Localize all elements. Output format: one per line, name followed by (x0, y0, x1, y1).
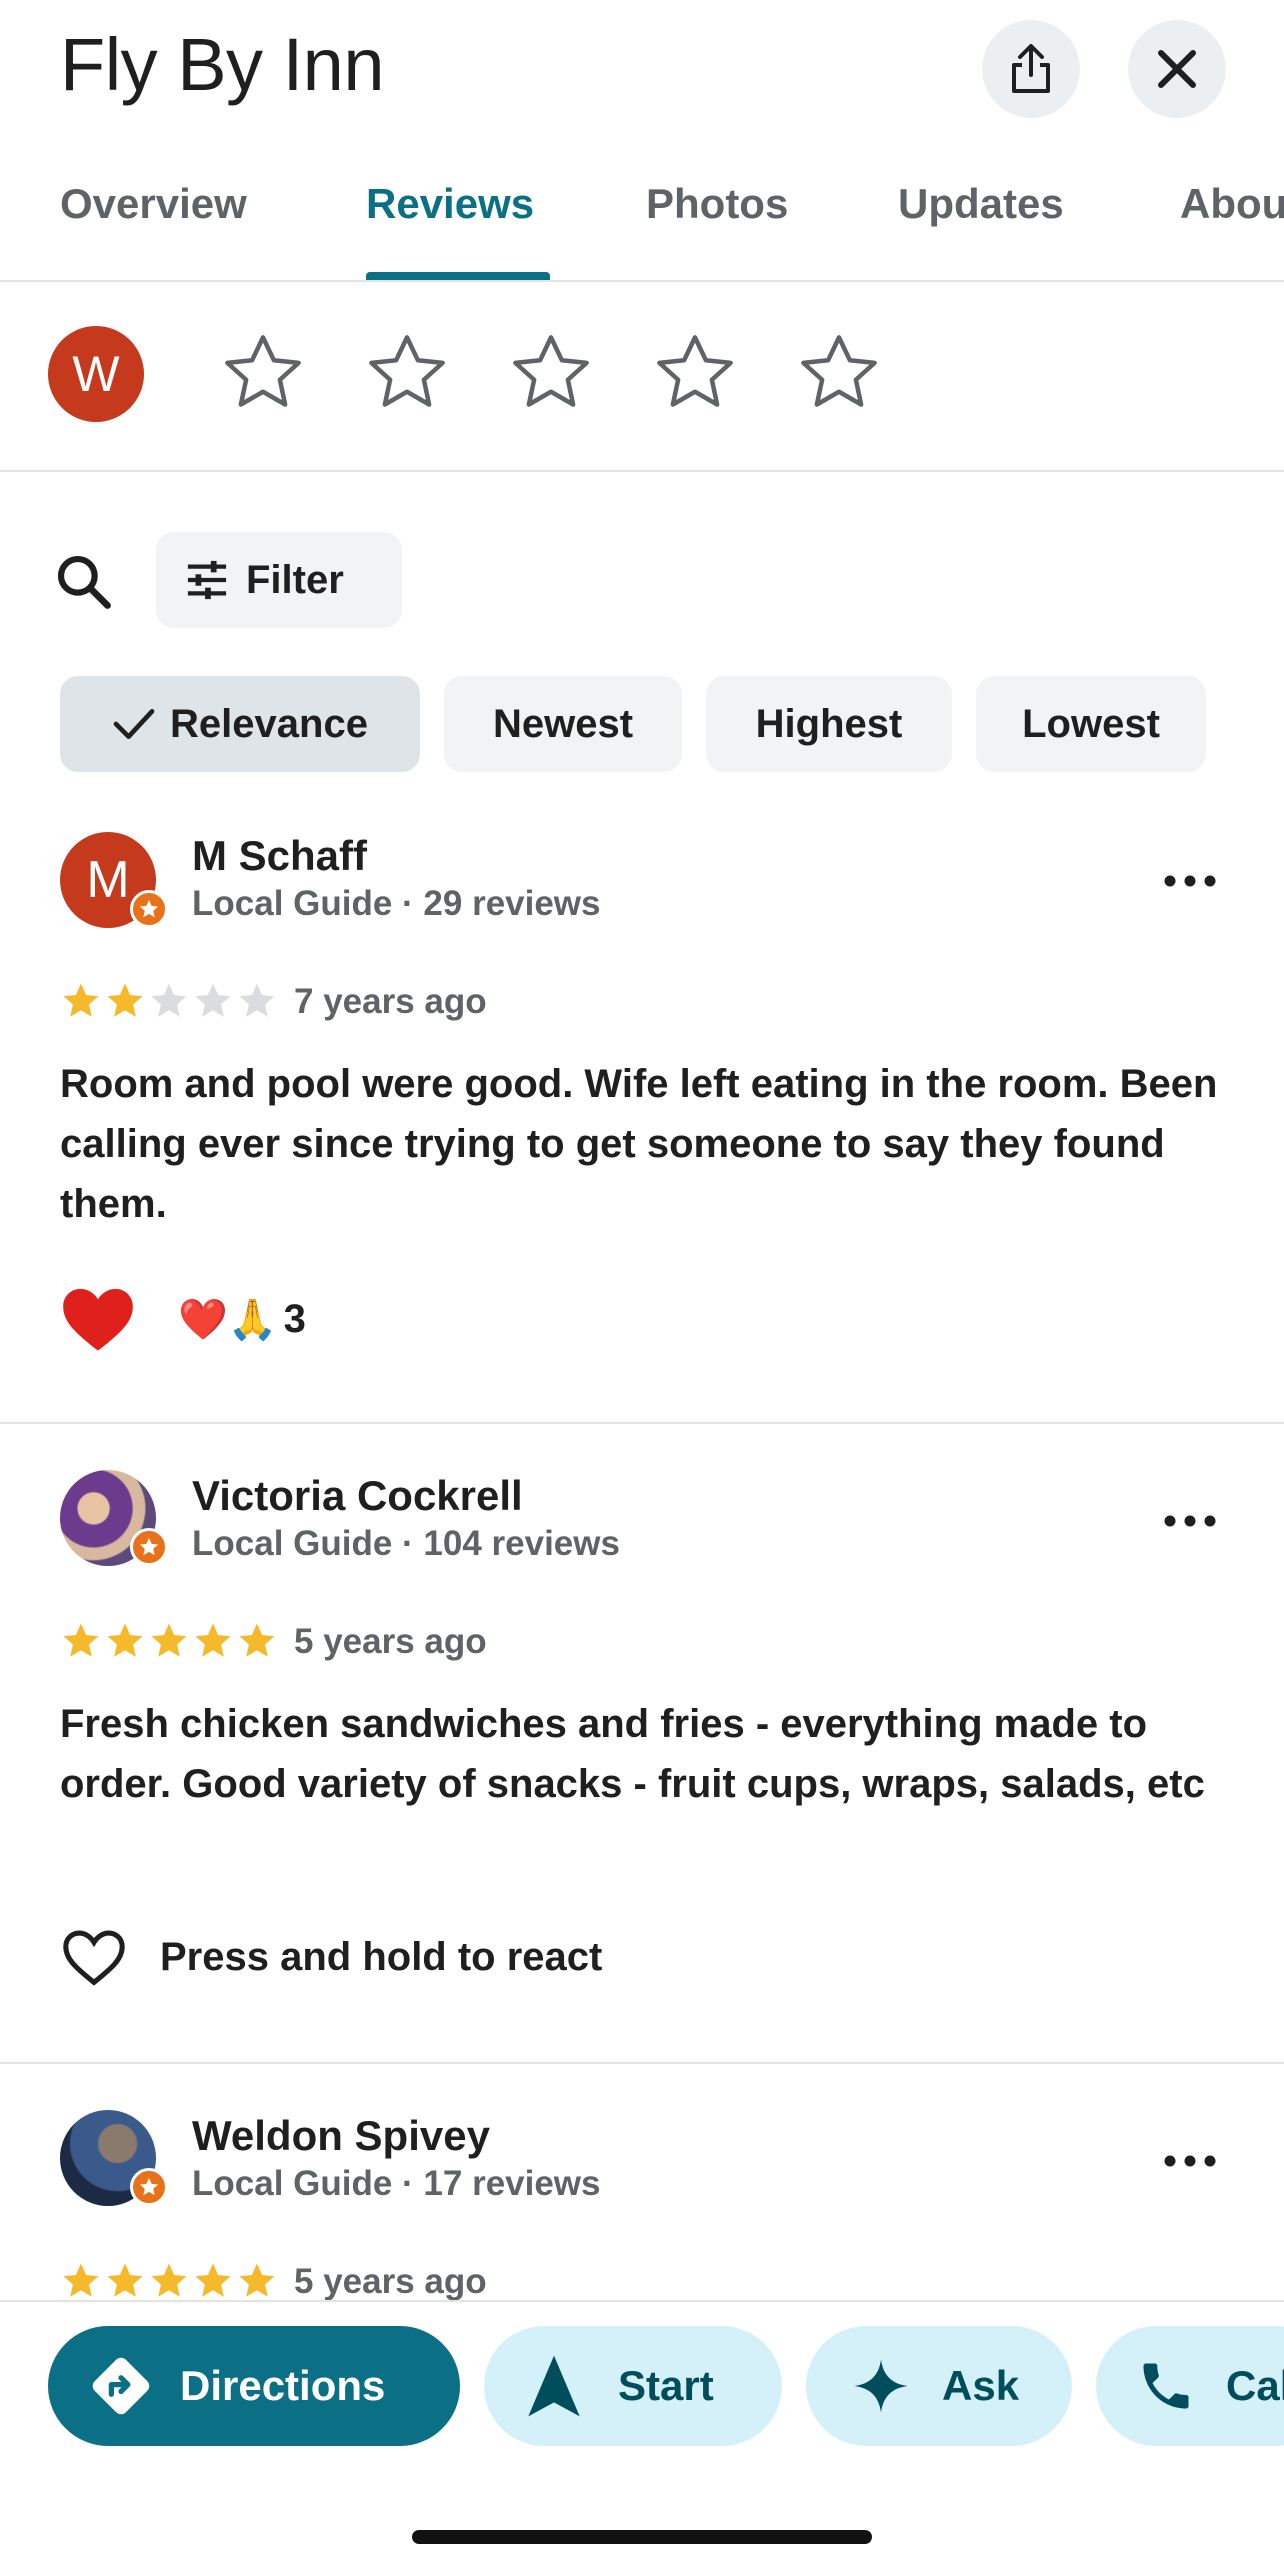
reviewer-name[interactable]: Victoria Cockrell (192, 1472, 523, 1520)
filter-button[interactable]: Filter (156, 532, 402, 628)
local-guide-badge-icon (130, 2168, 168, 2206)
call-button[interactable]: Call (1096, 2326, 1284, 2446)
active-tab-indicator (366, 272, 550, 280)
review-date: 7 years ago (294, 982, 487, 1021)
filter-label: Filter (246, 557, 344, 602)
review-text: Room and pool were good. Wife left eatin… (60, 1062, 1218, 1226)
sort-chip-relevance[interactable]: Relevance (60, 676, 420, 772)
reviewer-meta: Local Guide · 104 reviews (192, 1524, 620, 1563)
sort-chip-label: Highest (755, 701, 903, 746)
star-filled-icon (239, 2263, 275, 2297)
heart-filled-icon[interactable] (60, 1284, 136, 1354)
tab-bar: Overview Reviews Photos Updates About (0, 160, 1284, 282)
star-filled-icon (63, 2263, 99, 2297)
review-rating-stars (60, 980, 278, 1024)
reviewer-name[interactable]: Weldon Spivey (192, 2112, 490, 2160)
place-title: Fly By Inn (60, 23, 385, 106)
reaction-row[interactable]: Press and hold to react (60, 1926, 602, 1988)
place-header: Fly By Inn (0, 0, 1284, 130)
phone-icon (1143, 2363, 1189, 2409)
rate-and-review-row (0, 282, 1284, 472)
start-label: Start (618, 2362, 714, 2409)
sort-chip-highest[interactable]: Highest (706, 676, 952, 772)
star-empty-icon (195, 983, 231, 1017)
review-rating-stars (60, 2260, 278, 2304)
ask-button[interactable]: Ask (806, 2326, 1072, 2446)
rate-star-1-icon[interactable] (218, 328, 308, 418)
reaction-row: ❤️🙏 3 (60, 1284, 306, 1354)
tune-icon (187, 560, 227, 600)
user-avatar: W (48, 326, 144, 422)
share-icon (1012, 44, 1050, 93)
ask-label: Ask (942, 2362, 1020, 2409)
local-guide-badge-icon (130, 1528, 168, 1566)
rate-star-2-icon[interactable] (362, 328, 452, 418)
home-indicator[interactable] (412, 2530, 872, 2544)
tab-about[interactable]: About (1180, 180, 1284, 228)
review-card: Victoria Cockrell Local Guide · 104 revi… (0, 1424, 1284, 2064)
star-filled-icon (63, 983, 99, 1017)
rate-star-3-icon[interactable] (506, 328, 596, 418)
star-filled-icon (63, 1623, 99, 1657)
reaction-count: 3 (283, 1296, 306, 1341)
sort-chip-label: Newest (492, 701, 634, 746)
star-filled-icon (107, 983, 143, 1017)
sparkle-icon (854, 2359, 908, 2413)
reviewer-meta: Local Guide · 29 reviews (192, 884, 601, 923)
react-prompt: Press and hold to react (160, 1934, 603, 1979)
more-options-icon[interactable] (1160, 2146, 1220, 2176)
sort-chip-newest[interactable]: Newest (444, 676, 682, 772)
tab-overview[interactable]: Overview (60, 180, 247, 228)
close-icon (1158, 50, 1196, 88)
sort-chip-label: Relevance (170, 701, 368, 746)
directions-label: Directions (180, 2362, 386, 2409)
call-label: Call (1226, 2362, 1284, 2409)
reviewer-name[interactable]: M Schaff (192, 832, 367, 880)
star-empty-icon (151, 983, 187, 1017)
star-filled-icon (195, 2263, 231, 2297)
review-card: M M Schaff Local Guide · 29 reviews 7 ye… (0, 800, 1284, 1424)
rate-star-4-icon[interactable] (650, 328, 740, 418)
check-icon (113, 709, 155, 739)
directions-button[interactable]: Directions (48, 2326, 460, 2446)
review-card: Weldon Spivey Local Guide · 17 reviews 5… (0, 2064, 1284, 2301)
tab-updates[interactable]: Updates (898, 180, 1064, 228)
share-button[interactable] (982, 20, 1080, 118)
search-icon[interactable] (52, 550, 114, 612)
review-text: Fresh chicken sandwiches and fries - eve… (60, 1702, 1205, 1806)
star-filled-icon (151, 2263, 187, 2297)
sort-chip-lowest[interactable]: Lowest (976, 676, 1206, 772)
more-options-icon[interactable] (1160, 866, 1220, 896)
heart-outline-icon[interactable] (60, 1926, 128, 1988)
local-guide-badge-icon (130, 890, 168, 928)
star-filled-icon (107, 1623, 143, 1657)
star-filled-icon (151, 1623, 187, 1657)
start-button[interactable]: Start (484, 2326, 782, 2446)
sort-chip-label: Lowest (1022, 701, 1160, 746)
star-filled-icon (195, 1623, 231, 1657)
directions-icon (92, 2357, 150, 2415)
review-date: 5 years ago (294, 1622, 487, 1661)
tab-reviews[interactable]: Reviews (366, 180, 534, 228)
star-filled-icon (107, 2263, 143, 2297)
star-empty-icon (239, 983, 275, 1017)
more-options-icon[interactable] (1160, 1506, 1220, 1536)
review-date: 5 years ago (294, 2262, 487, 2301)
reaction-emojis[interactable]: ❤️🙏 (178, 1296, 278, 1343)
navigation-arrow-icon (528, 2355, 580, 2417)
star-filled-icon (239, 1623, 275, 1657)
close-button[interactable] (1128, 20, 1226, 118)
reviewer-meta: Local Guide · 17 reviews (192, 2164, 601, 2203)
rate-star-5-icon[interactable] (794, 328, 884, 418)
review-rating-stars (60, 1620, 278, 1664)
tab-photos[interactable]: Photos (646, 180, 788, 228)
